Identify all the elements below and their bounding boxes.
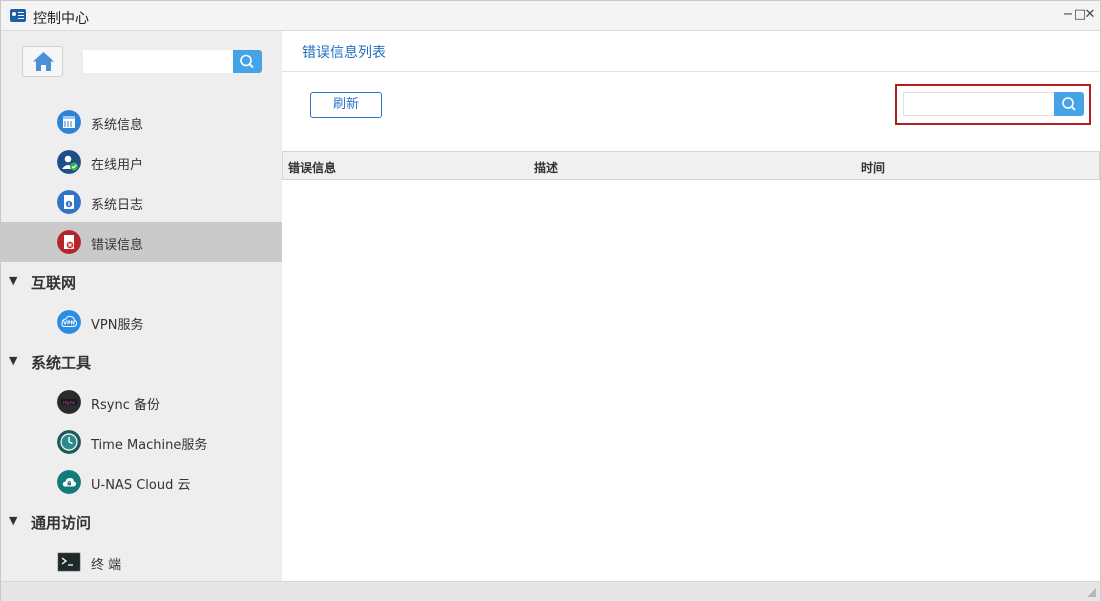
- error-info-icon: [57, 230, 81, 254]
- sidebar-item-unas-cloud[interactable]: U-NAS Cloud 云: [1, 462, 282, 502]
- column-header-error-info[interactable]: 错误信息: [288, 159, 336, 176]
- sidebar-item-label: Rsync 备份: [91, 398, 161, 413]
- sidebar-search-button[interactable]: [233, 50, 262, 73]
- sidebar-search-input[interactable]: [83, 50, 233, 73]
- sidebar-item-label: 系统日志: [91, 198, 144, 213]
- sidebar-group-label: 通用访问: [31, 514, 92, 532]
- sidebar-group-common-access[interactable]: ▼ 通用访问: [1, 502, 282, 542]
- caret-down-icon: ▼: [9, 514, 18, 527]
- svg-text:VPN: VPN: [63, 321, 75, 327]
- main-panel: 错误信息列表 刷新 错误信息 描述 时间: [282, 31, 1100, 581]
- sidebar-item-vpn[interactable]: VPN VPN服务: [1, 302, 282, 342]
- error-table-header: 错误信息 描述 时间: [282, 151, 1100, 180]
- sidebar-item-terminal[interactable]: 终 端: [1, 542, 282, 581]
- error-search-input[interactable]: [903, 92, 1055, 116]
- column-header-time[interactable]: 时间: [861, 159, 885, 176]
- sidebar-item-system-info[interactable]: 系统信息: [1, 102, 282, 142]
- control-center-window: 控制中心 − □ ✕ 系统信息 在线用户 系统日志 错误信息 ▼ 互联网 VPN…: [0, 0, 1101, 601]
- sidebar-item-error-info[interactable]: 错误信息: [1, 222, 282, 262]
- sidebar-group-label: 互联网: [31, 274, 77, 292]
- sidebar-item-label: 终 端: [91, 558, 122, 573]
- column-header-description[interactable]: 描述: [534, 159, 558, 176]
- sidebar-item-label: Time Machine服务: [91, 438, 208, 453]
- home-button[interactable]: [22, 46, 63, 77]
- sidebar-item-system-log[interactable]: 系统日志: [1, 182, 282, 222]
- time-machine-icon: [57, 430, 81, 454]
- close-icon[interactable]: ✕: [1081, 6, 1099, 24]
- terminal-icon: [57, 552, 81, 572]
- cloud-icon: [57, 470, 81, 494]
- page-title: 错误信息列表: [302, 45, 386, 61]
- caret-down-icon: ▼: [9, 354, 18, 367]
- title-bar[interactable]: 控制中心 − □ ✕: [1, 1, 1100, 31]
- sidebar-item-online-users[interactable]: 在线用户: [1, 142, 282, 182]
- system-info-icon: [57, 110, 81, 134]
- window-title: 控制中心: [33, 11, 89, 27]
- search-icon: [1062, 97, 1076, 111]
- title-divider: [282, 71, 1100, 72]
- home-icon: [33, 52, 54, 71]
- search-icon: [240, 54, 254, 69]
- control-center-app-icon: [10, 9, 26, 22]
- sidebar-group-internet[interactable]: ▼ 互联网: [1, 262, 282, 302]
- vpn-icon: VPN: [57, 310, 81, 334]
- error-search-button[interactable]: [1054, 92, 1084, 116]
- sidebar-item-label: U-NAS Cloud 云: [91, 478, 191, 493]
- status-bar: [1, 581, 1100, 601]
- sidebar-group-label: 系统工具: [31, 354, 92, 372]
- sidebar-group-system-tools[interactable]: ▼ 系统工具: [1, 342, 282, 382]
- caret-down-icon: ▼: [9, 274, 18, 287]
- rsync-icon-text: rsync: [63, 400, 76, 406]
- sidebar: 系统信息 在线用户 系统日志 错误信息 ▼ 互联网 VPN VPN服务 ▼ 系统…: [1, 31, 282, 581]
- sidebar-item-label: 在线用户: [91, 158, 144, 173]
- sidebar-item-label: 错误信息: [91, 238, 144, 253]
- system-log-icon: [57, 190, 81, 214]
- sidebar-item-label: VPN服务: [91, 318, 144, 333]
- rsync-icon: rsync: [57, 390, 81, 414]
- sidebar-item-time-machine[interactable]: Time Machine服务: [1, 422, 282, 462]
- sidebar-item-rsync[interactable]: rsync Rsync 备份: [1, 382, 282, 422]
- online-users-icon: [57, 150, 81, 174]
- resize-grip-icon[interactable]: [1085, 586, 1097, 598]
- sidebar-item-label: 系统信息: [91, 118, 144, 133]
- refresh-button[interactable]: 刷新: [310, 92, 382, 118]
